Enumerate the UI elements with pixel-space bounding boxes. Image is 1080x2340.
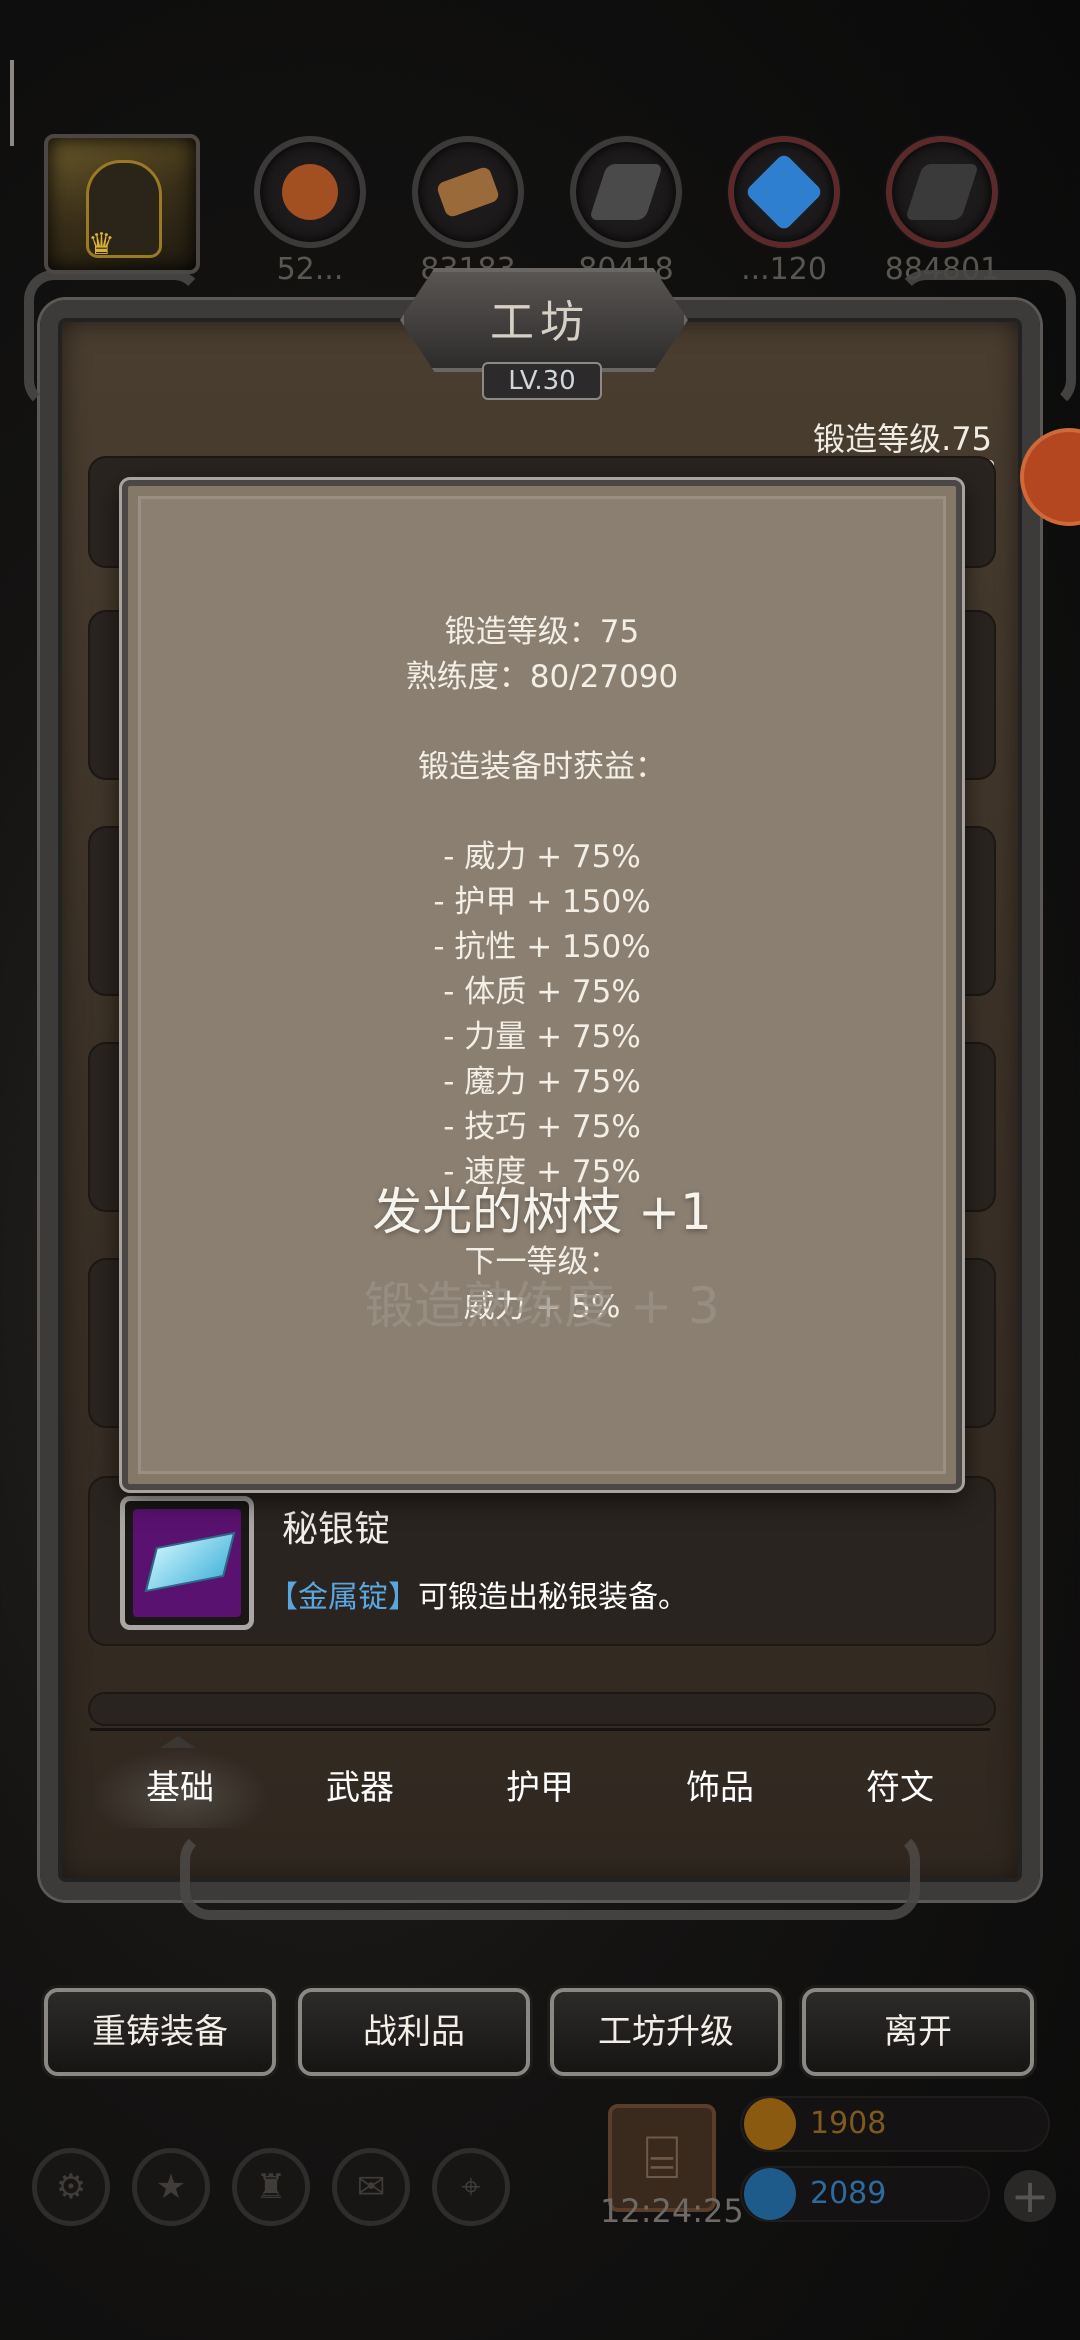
tooltip-line: - 抗性 + 150%	[433, 929, 651, 965]
tooltip-line: - 魔力 + 75%	[443, 1064, 641, 1100]
upgrade-workshop-button[interactable]: 工坊升级	[550, 1988, 782, 2076]
gem-icon	[744, 2168, 796, 2220]
tooltip-line: - 威力 + 75%	[443, 839, 641, 875]
gold-display	[740, 2096, 1050, 2152]
resource-slot-wood[interactable]	[412, 136, 524, 248]
guild-icon[interactable]: ♜	[232, 2148, 310, 2226]
leave-button[interactable]: 离开	[802, 1988, 1034, 2076]
tooltip-line: 熟练度：80/27090	[405, 659, 679, 695]
tab-weapon[interactable]: 武器	[270, 1748, 450, 1828]
dark-ingot-icon	[904, 164, 980, 220]
resource-count-copper: 52...	[276, 252, 344, 287]
workshop-title: 工坊	[490, 297, 590, 348]
settings-icon[interactable]: ⚙	[32, 2148, 110, 2226]
item-icon-frame	[120, 1496, 254, 1630]
tab-divider	[90, 1728, 990, 1731]
tooltip-line: - 体质 + 75%	[443, 974, 641, 1010]
gold-coin-icon	[744, 2098, 796, 2150]
mail-icon[interactable]: ✉	[332, 2148, 410, 2226]
gold-amount: 1908	[810, 2106, 887, 2141]
reward-floating-text: 发光的树枝 +1	[372, 1183, 712, 1241]
tab-rune[interactable]: 符文	[810, 1748, 990, 1828]
status-indicator	[10, 60, 14, 146]
tab-armor[interactable]: 护甲	[450, 1748, 630, 1828]
wood-plank-icon	[435, 165, 501, 219]
map-icon[interactable]: ⌖	[432, 2148, 510, 2226]
tooltip-line: - 护甲 + 150%	[433, 884, 651, 920]
tab-up-arrow-icon	[160, 1736, 196, 1748]
resource-slot-crystal[interactable]	[728, 136, 840, 248]
item-category-tag: 【金属锭】	[268, 1580, 418, 1615]
dragon-ornament-left	[24, 270, 204, 410]
tooltip-line: - 技巧 + 75%	[443, 1109, 641, 1145]
category-tabs: 基础 武器 护甲 饰品 符文	[90, 1748, 990, 1828]
tooltip-line: - 力量 + 75%	[443, 1019, 641, 1055]
trophy-icon: ♛	[88, 227, 115, 262]
copper-ore-icon	[282, 164, 338, 220]
resource-count-crystal: ...120	[741, 252, 827, 287]
loot-button[interactable]: 战利品	[298, 1988, 530, 2076]
dragon-ornament-bottom	[180, 1830, 920, 1920]
crystal-icon	[744, 152, 824, 232]
player-avatar[interactable]: ♛	[44, 134, 200, 274]
tooltip-line: 锻造装备时获益：	[418, 749, 666, 785]
resource-slot-iron[interactable]	[570, 136, 682, 248]
dragon-ornament-right	[896, 270, 1076, 410]
forge-level-label: 锻造等级.75	[813, 420, 992, 458]
resource-slot-dark[interactable]	[886, 136, 998, 248]
item-description-text: 可锻造出秘银装备。	[418, 1580, 688, 1615]
workshop-level-badge: LV.30	[482, 362, 602, 400]
tab-basic[interactable]: 基础	[90, 1748, 270, 1828]
achievement-icon[interactable]: ★	[132, 2148, 210, 2226]
resource-slot-copper[interactable]	[254, 136, 366, 248]
tooltip-line: 锻造等级：75	[444, 614, 640, 650]
item-title: 秘银锭	[282, 1509, 391, 1550]
add-currency-button[interactable]: +	[1004, 2170, 1056, 2222]
reforge-button[interactable]: 重铸装备	[44, 1988, 276, 2076]
tab-accessory[interactable]: 饰品	[630, 1748, 810, 1828]
gem-amount: 2089	[810, 2176, 887, 2211]
list-item[interactable]	[88, 1692, 996, 1726]
mithril-ingot-icon	[133, 1509, 241, 1617]
proficiency-floating-text: 锻造熟练度 + 3	[364, 1277, 720, 1335]
iron-ingot-icon	[588, 164, 664, 220]
item-description: 【金属锭】可锻造出秘银装备。	[268, 1572, 688, 1616]
gift-timer: 12:24:25	[600, 2192, 744, 2230]
